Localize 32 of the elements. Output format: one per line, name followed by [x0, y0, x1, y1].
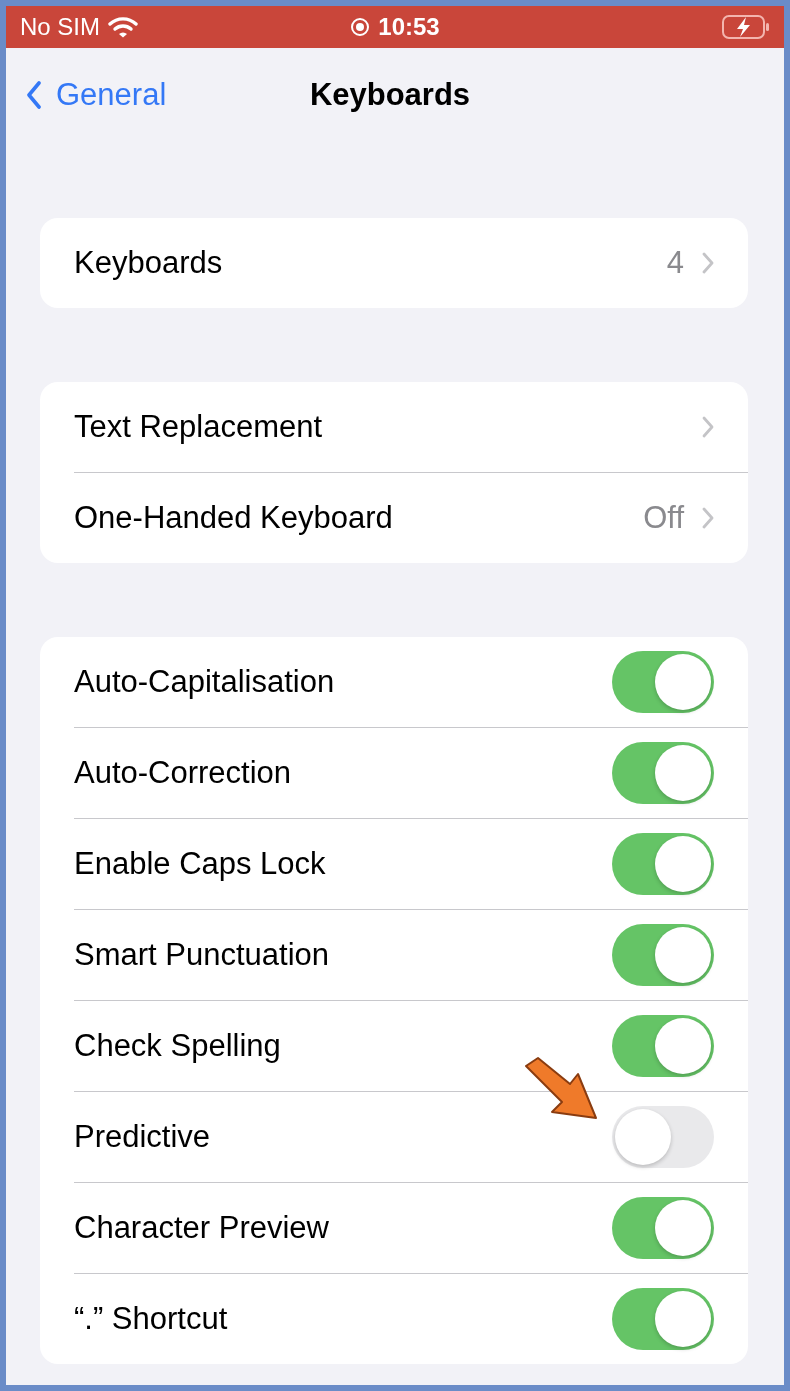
back-button[interactable]: General — [6, 77, 167, 113]
page-title: Keyboards — [309, 77, 471, 113]
clock-label: 10:53 — [378, 13, 440, 41]
toggle-switch[interactable] — [612, 1015, 714, 1077]
carrier-label: No SIM — [20, 13, 100, 41]
toggle-switch[interactable] — [612, 651, 714, 713]
setting-label: Auto-Capitalisation — [74, 664, 336, 700]
wifi-icon — [108, 16, 138, 38]
recording-icon — [350, 17, 371, 37]
setting-label: Check Spelling — [74, 1028, 282, 1064]
setting-label: Text Replacement — [74, 409, 324, 445]
back-chevron-icon — [26, 81, 42, 109]
setting-label: One-Handed Keyboard — [74, 500, 394, 536]
battery-charging-icon — [722, 14, 770, 40]
toggle-switch[interactable] — [612, 1197, 714, 1259]
toggle-switch[interactable] — [612, 833, 714, 895]
setting-value: 4 — [666, 245, 684, 281]
setting-label: “.” Shortcut — [74, 1301, 229, 1337]
chevron-right-icon[interactable] — [702, 252, 714, 274]
toggle-switch[interactable] — [612, 742, 714, 804]
setting-label: Predictive — [74, 1119, 212, 1155]
setting-value: Off — [643, 500, 684, 536]
setting-label: Character Preview — [74, 1210, 330, 1246]
setting-label: Auto-Correction — [74, 755, 293, 791]
setting-label: Smart Punctuation — [74, 937, 331, 973]
setting-label: Enable Caps Lock — [74, 846, 327, 882]
toggle-switch[interactable] — [612, 1106, 714, 1168]
chevron-right-icon[interactable] — [702, 507, 714, 529]
chevron-right-icon[interactable] — [702, 416, 714, 438]
setting-label: Keyboards — [74, 245, 224, 281]
toggle-switch[interactable] — [612, 924, 714, 986]
toggle-switch[interactable] — [612, 1288, 714, 1350]
